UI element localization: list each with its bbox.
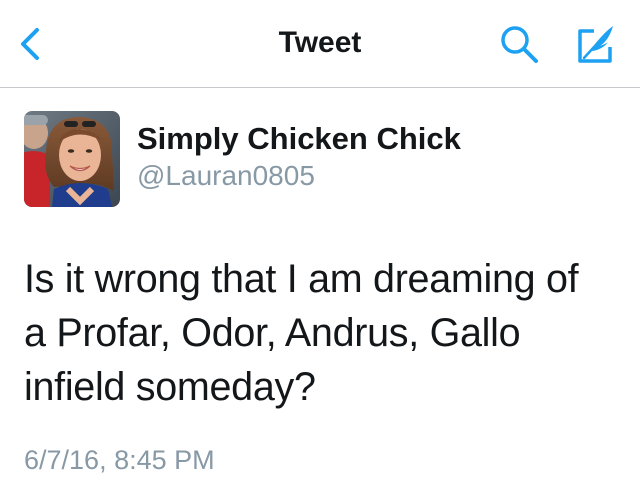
author-handle[interactable]: @Lauran0805 bbox=[137, 160, 315, 192]
author-display-name[interactable]: Simply Chicken Chick bbox=[137, 121, 461, 157]
back-button[interactable] bbox=[14, 24, 50, 64]
compose-icon bbox=[578, 26, 613, 63]
compose-button[interactable] bbox=[572, 20, 620, 68]
navigation-bar: Tweet bbox=[0, 0, 640, 88]
search-button[interactable] bbox=[496, 22, 544, 66]
profile-photo bbox=[24, 111, 120, 207]
tweet-text-line: a Profar, Odor, Andrus, Gallo bbox=[24, 311, 521, 355]
tweet-timestamp: 6/7/16, 8:45 PM bbox=[24, 445, 215, 475]
chevron-left-icon bbox=[21, 28, 39, 60]
page-title: Tweet bbox=[278, 26, 362, 59]
avatar[interactable] bbox=[24, 111, 120, 207]
tweet-text: Is it wrong that I am dreaming of a Prof… bbox=[24, 252, 624, 414]
search-icon bbox=[501, 26, 538, 63]
tweet-text-line: infield someday? bbox=[24, 365, 316, 409]
page-title-container: Tweet bbox=[0, 26, 640, 60]
tweet-text-line: Is it wrong that I am dreaming of bbox=[24, 257, 579, 301]
